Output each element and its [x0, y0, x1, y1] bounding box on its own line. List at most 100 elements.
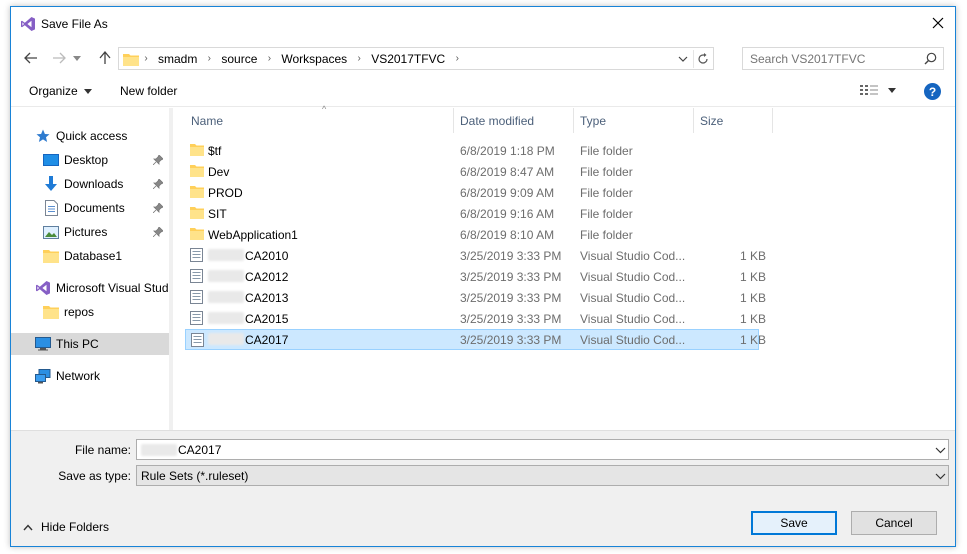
breadcrumb-smadm[interactable]: smadm — [153, 52, 202, 66]
desktop-icon — [43, 152, 59, 168]
computer-icon — [35, 336, 51, 352]
search-box[interactable] — [742, 47, 944, 70]
ruleset-file-icon — [191, 333, 204, 350]
new-folder-button[interactable]: New folder — [120, 84, 177, 98]
hide-folders-button[interactable]: Hide Folders — [23, 520, 109, 534]
list-item[interactable]: WebApplication1 6/8/2019 8:10 AM File fo… — [185, 224, 759, 245]
forward-arrow-icon[interactable] — [49, 48, 69, 68]
pictures-icon — [43, 224, 59, 240]
sidebar-item-quick-access[interactable]: Quick access — [11, 125, 169, 147]
sidebar-item-label: Network — [56, 369, 101, 383]
chevron-down-icon[interactable] — [935, 469, 946, 483]
redacted-prefix — [208, 270, 244, 282]
file-size: 1 KB — [739, 333, 766, 347]
sidebar-item-database1[interactable]: Database1 — [11, 245, 169, 267]
pin-icon — [152, 226, 164, 240]
file-size: 1 KB — [739, 312, 766, 326]
column-header-name[interactable]: Name ^ — [185, 104, 454, 133]
file-name: CA2012 — [245, 270, 289, 284]
sidebar-item-pictures[interactable]: Pictures — [11, 221, 169, 243]
file-name-value: CA2017 — [178, 442, 222, 457]
folder-icon — [190, 143, 204, 159]
breadcrumb-separator-icon: › — [144, 53, 148, 64]
visual-studio-icon — [35, 280, 51, 296]
help-icon[interactable]: ? — [924, 83, 941, 100]
redacted-prefix — [208, 333, 244, 345]
file-name-wrapper: CA2015 — [208, 312, 288, 326]
folder-icon — [190, 206, 204, 222]
sidebar-item-this-pc[interactable]: This PC — [11, 333, 169, 355]
column-header-type[interactable]: Type — [574, 108, 694, 133]
sidebar-item-desktop[interactable]: Desktop — [11, 149, 169, 171]
file-type: File folder — [580, 144, 633, 158]
breadcrumb-vs2017tfvc[interactable]: VS2017TFVC — [366, 52, 450, 66]
sidebar-item-label: Desktop — [64, 153, 109, 167]
cancel-button[interactable]: Cancel — [851, 511, 937, 535]
file-type: Visual Studio Cod... — [580, 312, 686, 326]
file-size: 1 KB — [739, 291, 766, 305]
recent-locations-chevron-icon[interactable] — [71, 48, 83, 68]
list-item[interactable]: CA2010 3/25/2019 3:33 PM Visual Studio C… — [185, 245, 766, 266]
file-date: 3/25/2019 3:33 PM — [460, 291, 562, 305]
file-name-input[interactable]: CA2017 — [136, 439, 949, 460]
list-item-selected[interactable]: CA2017 3/25/2019 3:33 PM Visual Studio C… — [185, 329, 766, 350]
ruleset-file-icon — [190, 269, 203, 286]
file-name-wrapper: CA2013 — [208, 291, 288, 305]
navigation-bar: › smadm › source › Workspaces › VS2017TF… — [11, 43, 955, 73]
list-item[interactable]: $tf 6/8/2019 1:18 PM File folder — [185, 140, 759, 161]
file-date: 6/8/2019 9:16 AM — [460, 207, 555, 221]
address-bar[interactable]: › smadm › source › Workspaces › VS2017TF… — [118, 47, 714, 70]
list-item[interactable]: SIT 6/8/2019 9:16 AM File folder — [185, 203, 759, 224]
sidebar-item-label: Pictures — [64, 225, 108, 239]
list-item[interactable]: Dev 6/8/2019 8:47 AM File folder — [185, 161, 759, 182]
refresh-icon[interactable] — [693, 50, 711, 68]
file-date: 3/25/2019 3:33 PM — [460, 333, 562, 347]
chevron-down-icon[interactable] — [935, 443, 946, 457]
up-arrow-icon[interactable] — [95, 48, 115, 68]
window-title: Save File As — [41, 17, 108, 31]
column-header-size[interactable]: Size — [694, 108, 773, 133]
breadcrumb-workspaces[interactable]: Workspaces — [276, 52, 352, 66]
command-toolbar: Organize New folder ? — [11, 77, 955, 107]
breadcrumb-separator-icon[interactable]: › — [450, 53, 464, 64]
list-item[interactable]: CA2015 3/25/2019 3:33 PM Visual Studio C… — [185, 308, 766, 329]
file-name: WebApplication1 — [208, 228, 298, 242]
file-name: CA2010 — [245, 249, 289, 263]
save-button[interactable]: Save — [751, 511, 837, 535]
file-date: 6/8/2019 9:09 AM — [460, 186, 555, 200]
sidebar-item-label: Microsoft Visual Stud — [56, 281, 169, 295]
sidebar-item-label: Quick access — [56, 129, 128, 143]
list-item[interactable]: CA2012 3/25/2019 3:33 PM Visual Studio C… — [185, 266, 766, 287]
change-view-button[interactable] — [860, 84, 896, 96]
organize-button[interactable]: Organize — [29, 84, 92, 98]
sidebar-item-label: repos — [64, 305, 95, 319]
file-name-label: File name: — [74, 443, 131, 457]
address-dropdown-chevron-icon[interactable] — [675, 51, 691, 67]
search-input[interactable] — [750, 49, 920, 69]
back-arrow-icon[interactable] — [21, 48, 41, 68]
download-arrow-icon — [43, 176, 59, 192]
close-icon[interactable] — [927, 12, 949, 34]
folder-icon — [190, 185, 204, 201]
sidebar-item-repos[interactable]: repos — [11, 301, 169, 323]
sidebar-item-downloads[interactable]: Downloads — [11, 173, 169, 195]
file-name: CA2013 — [245, 291, 289, 305]
file-type: File folder — [580, 186, 633, 200]
file-date: 6/8/2019 1:18 PM — [460, 144, 555, 158]
list-item[interactable]: PROD 6/8/2019 9:09 AM File folder — [185, 182, 759, 203]
file-name: CA2015 — [245, 312, 289, 326]
sidebar-item-documents[interactable]: Documents — [11, 197, 169, 219]
chevron-down-icon — [888, 87, 896, 93]
redacted-prefix — [208, 312, 244, 324]
sidebar-item-microsoft-visual-studio[interactable]: Microsoft Visual Stud — [11, 277, 169, 299]
column-header-date-modified[interactable]: Date modified — [454, 108, 574, 133]
breadcrumb-source[interactable]: source — [216, 52, 262, 66]
sidebar-item-label: This PC — [56, 337, 99, 351]
search-icon[interactable] — [924, 52, 937, 68]
save-as-type-select[interactable]: Rule Sets (*.ruleset) — [136, 465, 949, 486]
list-item[interactable]: CA2013 3/25/2019 3:33 PM Visual Studio C… — [185, 287, 766, 308]
chevron-up-icon — [23, 523, 33, 530]
sidebar-item-network[interactable]: Network — [11, 365, 169, 387]
details-view-icon — [860, 85, 878, 95]
file-type: File folder — [580, 207, 633, 221]
